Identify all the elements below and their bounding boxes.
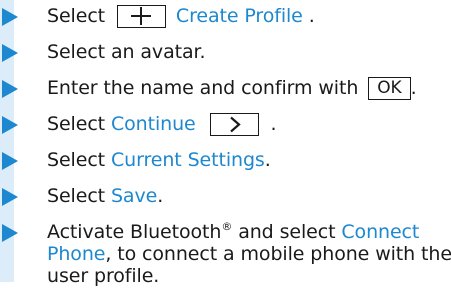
plus-icon-stem (139, 7, 143, 25)
arrow-bullet-icon (2, 152, 18, 170)
arrow-bullet-icon (2, 8, 18, 26)
current-settings-link[interactable]: Current Settings (111, 149, 265, 171)
step-4-after: . (264, 113, 277, 135)
step-6-before: Select (47, 185, 111, 207)
step-5-before: Select (47, 149, 111, 171)
continue-key[interactable] (209, 113, 259, 136)
registered-mark: ® (221, 220, 233, 233)
plus-key (116, 5, 166, 28)
step-7-line-3: user profile. (47, 265, 160, 287)
connect-phone-link[interactable]: Connect (341, 221, 419, 243)
step-7-mid: and select (232, 221, 342, 243)
step-1-text: Select Create Profile . (47, 3, 315, 29)
step-4-before: Select (47, 113, 111, 135)
step-1-after: . (302, 5, 315, 27)
step-6-text: Select Save. (47, 183, 163, 209)
step-1-before: Select (47, 5, 106, 27)
arrow-bullet-icon (2, 44, 18, 62)
arrow-bullet-icon (2, 116, 18, 134)
connect-phone-link-cont[interactable]: Phone (47, 243, 105, 265)
create-profile-link[interactable]: Create Profile (176, 5, 303, 27)
step-6-after: . (157, 185, 164, 207)
step-5-text: Select Current Settings. (47, 147, 271, 173)
step-3-after: . (410, 77, 417, 99)
step-7-rest: , to connect a mobile phone with the (105, 243, 451, 265)
ok-key[interactable]: OK (368, 77, 411, 100)
step-2-text: Select an avatar. (47, 41, 206, 63)
step-3-before: Enter the name and confirm with (47, 77, 359, 99)
step-5-after: . (264, 149, 271, 171)
chevron-right-icon (229, 116, 241, 133)
step-7-activate: Activate Bluetooth (47, 221, 222, 243)
arrow-bullet-icon (2, 188, 18, 206)
arrow-bullet-icon (2, 80, 18, 98)
continue-link[interactable]: Continue (111, 113, 196, 135)
step-4-text: Select Continue . (47, 111, 277, 137)
instruction-list: Select Create Profile . Select an avatar… (0, 0, 451, 287)
arrow-bullet-icon (2, 224, 18, 242)
save-link[interactable]: Save (111, 185, 157, 207)
step-3-text: Enter the name and confirm with OK. (47, 75, 417, 101)
